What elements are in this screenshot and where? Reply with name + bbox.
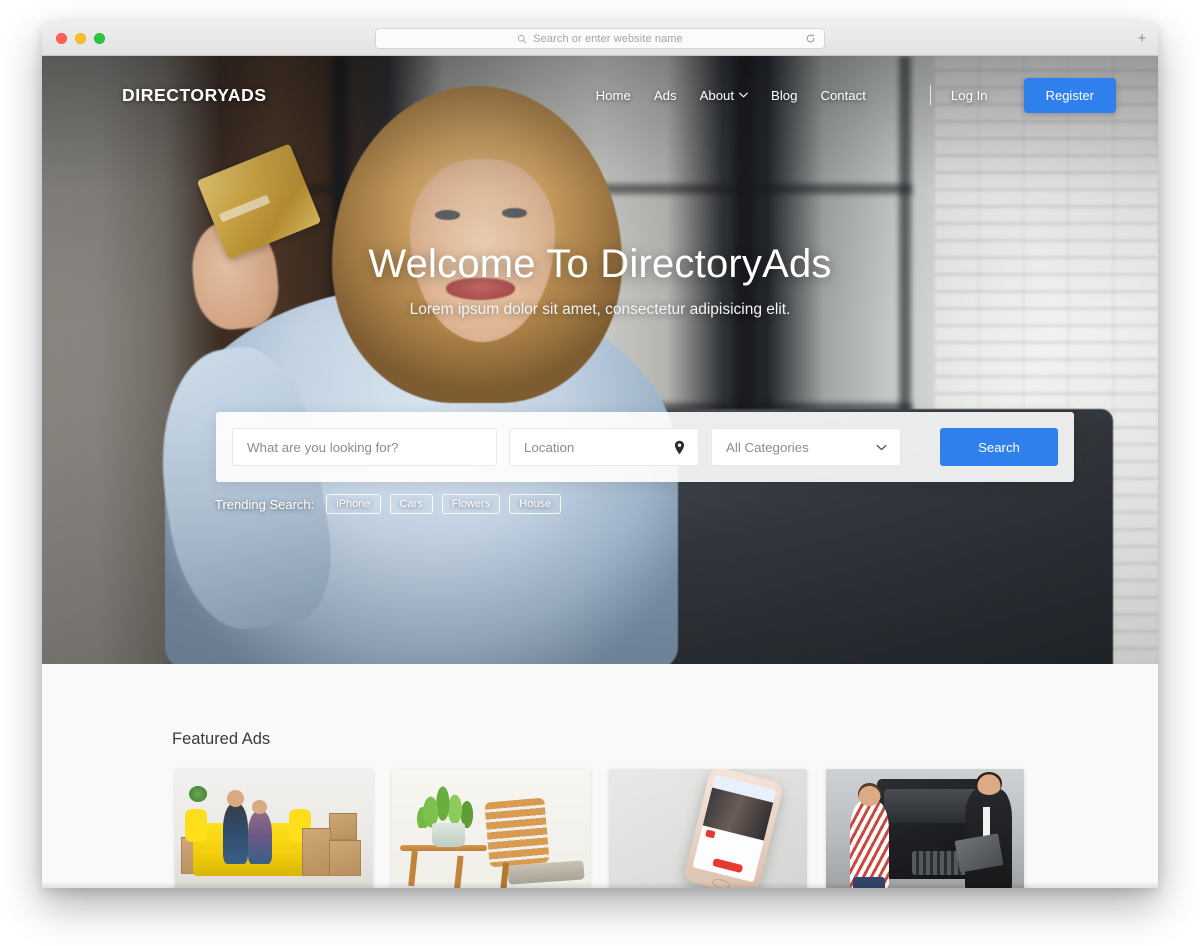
login-link[interactable]: Log In: [951, 88, 988, 103]
trending-tag-flowers[interactable]: Flowers: [441, 494, 501, 514]
close-window-button[interactable]: [56, 33, 67, 44]
nav-item-blog[interactable]: Blog: [771, 88, 797, 103]
featured-ads-title: Featured Ads: [172, 730, 271, 748]
featured-ad-image: [826, 769, 1024, 888]
nav-item-ads-label: Ads: [653, 87, 677, 103]
keyword-input[interactable]: What are you looking for?: [232, 428, 497, 466]
trending-tag-cars[interactable]: Cars: [389, 494, 433, 514]
hero-content: Welcome To DirectoryAds Lorem ipsum dolo…: [42, 242, 1158, 319]
nav-item-blog-label: Blog: [771, 87, 798, 103]
trending-tag-iphone[interactable]: iPhone: [326, 494, 381, 514]
location-input-placeholder: Location: [524, 439, 575, 455]
hero-subtitle: Lorem ipsum dolor sit amet, consectetur …: [409, 301, 791, 318]
category-select[interactable]: All Categories: [711, 428, 901, 466]
search-button[interactable]: Search: [940, 428, 1058, 466]
new-tab-button[interactable]: +: [1132, 29, 1152, 49]
minimize-window-button[interactable]: [75, 33, 86, 44]
category-select-value: All Categories: [726, 439, 809, 455]
nav-item-ads[interactable]: Ads: [654, 88, 677, 103]
hero-section: DIRECTORYADS Home Ads About Blog Contact…: [42, 56, 1158, 664]
hero-search-panel: What are you looking for? Location All C…: [216, 412, 1074, 482]
address-bar[interactable]: Search or enter website name: [375, 28, 825, 49]
location-input[interactable]: Location: [509, 428, 699, 466]
nav-item-home[interactable]: Home: [596, 88, 631, 103]
chevron-down-icon: [739, 92, 748, 98]
primary-nav: Home Ads About Blog Contact: [596, 88, 866, 103]
featured-ad-image: [609, 769, 807, 888]
maximize-window-button[interactable]: [94, 33, 105, 44]
account-actions: Log In: [929, 85, 988, 105]
nav-divider: [929, 85, 931, 105]
address-bar-placeholder: Search or enter website name: [533, 32, 683, 45]
trending-search-label: Trending Search:: [215, 496, 315, 512]
register-button[interactable]: Register: [1023, 77, 1116, 113]
window-controls: [56, 33, 105, 44]
hero-title: Welcome To DirectoryAds: [368, 242, 832, 286]
reload-icon[interactable]: [805, 33, 816, 44]
featured-ads-section: Featured Ads: [42, 664, 1158, 888]
search-icon: [518, 34, 527, 43]
nav-item-contact[interactable]: Contact: [820, 88, 865, 103]
chevron-down-icon: [876, 444, 887, 450]
featured-ads-grid: [175, 769, 1024, 888]
trending-search: Trending Search: iPhone Cars Flowers Hou…: [215, 494, 562, 514]
keyword-input-placeholder: What are you looking for?: [247, 439, 399, 455]
nav-item-home-label: Home: [595, 87, 631, 103]
featured-ad-image: [392, 769, 590, 888]
featured-ad-image: [175, 769, 373, 888]
page-viewport: DIRECTORYADS Home Ads About Blog Contact…: [42, 56, 1158, 888]
map-pin-icon: [674, 440, 685, 454]
site-navbar: DIRECTORYADS Home Ads About Blog Contact…: [42, 56, 1158, 134]
hero-background-image: [42, 56, 1158, 664]
featured-ad-card[interactable]: [392, 769, 590, 888]
featured-ad-card[interactable]: [826, 769, 1024, 888]
nav-item-about[interactable]: About: [700, 88, 748, 103]
page-bottom-fade: [42, 882, 1158, 888]
nav-item-contact-label: Contact: [820, 87, 866, 103]
featured-ad-card[interactable]: [175, 769, 373, 888]
featured-ad-card[interactable]: [609, 769, 807, 888]
site-logo[interactable]: DIRECTORYADS: [122, 85, 267, 106]
nav-item-about-label: About: [699, 87, 735, 103]
browser-window: Search or enter website name + DIRECTORY…: [42, 22, 1158, 888]
browser-titlebar: Search or enter website name +: [42, 22, 1158, 56]
trending-tag-house[interactable]: House: [509, 494, 562, 514]
